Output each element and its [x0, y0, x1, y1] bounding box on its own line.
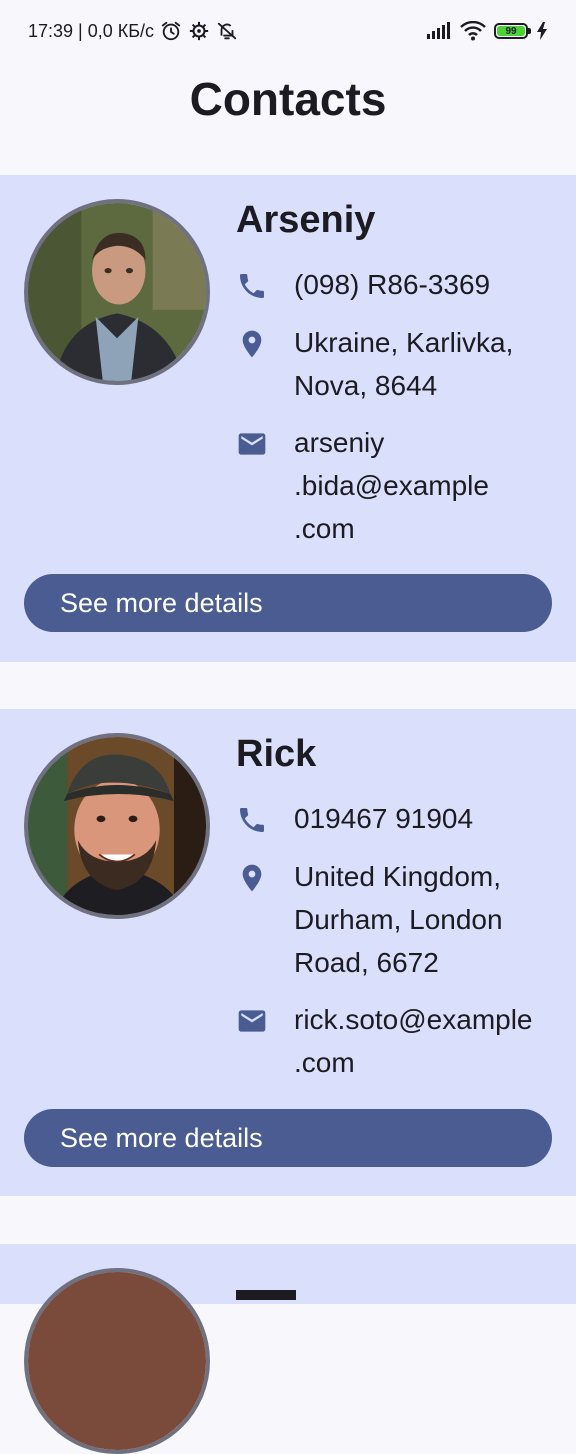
phone-row[interactable]: (098) R86-3369 — [236, 263, 558, 306]
email-icon — [238, 433, 266, 455]
contact-card-partial — [0, 1244, 576, 1454]
contact-phone: (098) R86-3369 — [294, 269, 491, 300]
contact-name: Arseniy — [236, 199, 376, 241]
status-right: 99 — [426, 21, 548, 41]
wifi-icon — [460, 21, 486, 41]
location-pin-icon — [242, 864, 262, 892]
battery-icon: 99 — [494, 23, 531, 39]
alarm-icon — [161, 21, 181, 41]
contact-address: United Kingdom, Durham, London Road, 667… — [294, 861, 503, 978]
signal-icon — [427, 22, 450, 39]
contact-avatar — [24, 199, 210, 385]
page-title: Contacts — [189, 73, 387, 125]
email-row[interactable]: rick.soto@example .com — [236, 998, 558, 1084]
contact-phone: 019467 91904 — [294, 803, 474, 834]
contact-avatar — [24, 1268, 210, 1454]
contact-card: Rick 019467 91904 United Kingdom, Durham… — [0, 709, 576, 1196]
see-more-details-button[interactable]: See more details — [24, 574, 552, 632]
location-pin-icon — [242, 330, 262, 358]
email-icon — [238, 1010, 266, 1032]
address-row[interactable]: United Kingdom, Durham, London Road, 667… — [236, 855, 558, 984]
see-more-details-button[interactable]: See more details — [24, 1109, 552, 1167]
status-time-speed: 17:39 | 0,0 КБ/с — [28, 20, 155, 41]
contact-email: rick.soto@example .com — [294, 1004, 533, 1078]
address-row[interactable]: Ukraine, Karlivka, Nova, 8644 — [236, 321, 558, 407]
contact-card: Arseniy (098) R86-3369 Ukraine, Karlivka… — [0, 175, 576, 662]
status-bar: 17:39 | 0,0 КБ/с 99 — [0, 0, 576, 64]
phone-icon — [240, 274, 264, 298]
contact-name: Rick — [236, 733, 317, 775]
silent-bell-icon — [217, 22, 237, 40]
contact-avatar — [24, 733, 210, 919]
email-row[interactable]: arseniy .bida@example .com — [236, 421, 558, 550]
contact-name-partial — [236, 1268, 296, 1306]
charging-bolt-icon — [537, 22, 547, 40]
battery-level: 99 — [505, 25, 517, 37]
phone-icon — [240, 808, 264, 832]
settings-gear-icon — [189, 21, 209, 41]
contact-email: arseniy .bida@example .com — [294, 427, 489, 544]
status-left: 17:39 | 0,0 КБ/с — [28, 20, 238, 42]
phone-row[interactable]: 019467 91904 — [236, 797, 558, 840]
contact-address: Ukraine, Karlivka, Nova, 8644 — [294, 327, 514, 401]
